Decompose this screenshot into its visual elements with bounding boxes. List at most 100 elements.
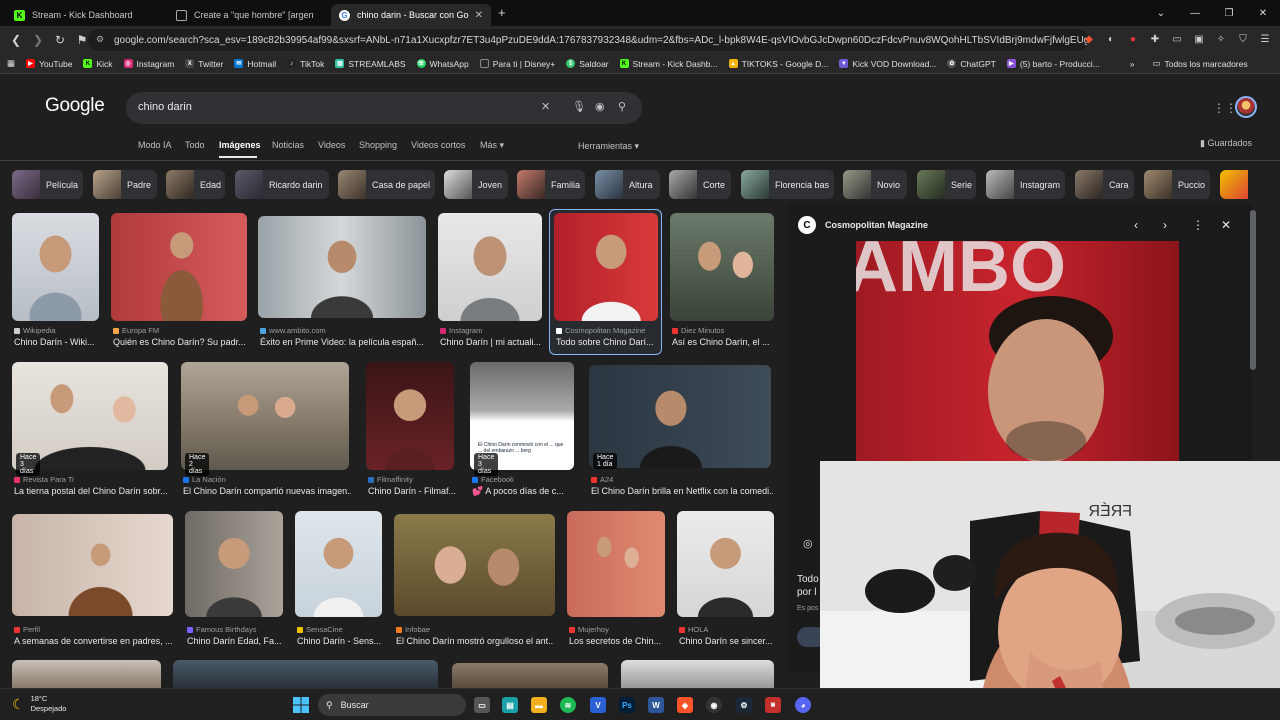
chip-altura[interactable]: Altura [595,170,660,199]
image-result[interactable] [173,660,438,688]
image-result[interactable] [452,663,608,688]
bookmark-twitter[interactable]: X Twitter [185,59,223,69]
bookmark-instagram[interactable]: ◎ Instagram [123,59,174,69]
tab-videos[interactable]: Videos [318,140,345,150]
bookmark-disney[interactable]: Para ti | Disney+ [479,59,555,69]
chip-puccio[interactable]: Puccio [1144,170,1210,199]
apps-grid-icon[interactable]: ▦ [7,58,15,69]
sidebar-icon[interactable]: ▭ [1168,30,1186,48]
tab-imagenes[interactable]: Imágenes [219,140,261,150]
chip-novio[interactable]: Novio [843,170,907,199]
bookmark-youtube[interactable]: ▶ YouTube [26,59,72,69]
app-red-icon[interactable]: ▣ [765,697,781,713]
more-bookmarks-icon[interactable]: » [1130,59,1135,69]
bookmark-tiktok[interactable]: ♪ TikTok [287,59,324,69]
next-icon[interactable]: › [1163,218,1167,232]
discord-icon[interactable]: ◕ [795,697,811,713]
tab-noticias[interactable]: Noticias [272,140,304,150]
address-bar[interactable]: ⚙ google.com/search?sca_esv=189c82b39954… [88,29,1088,51]
leo-icon[interactable]: ✧ [1212,30,1230,48]
task-view-icon[interactable]: ▭ [474,697,490,713]
image-result[interactable] [621,660,774,688]
shield-icon[interactable]: ⛉ [1234,30,1252,48]
scrollbar[interactable] [1250,210,1256,370]
close-icon[interactable]: ✕ [1221,218,1231,232]
preview-image[interactable]: AMBO [856,241,1179,466]
chip-more[interactable] [1220,170,1260,199]
reload-icon[interactable]: ↻ [50,30,70,50]
bookmark-whatsapp[interactable]: ☏ WhatsApp [416,59,469,69]
chip-edad[interactable]: Edad [166,170,225,199]
widgets-icon[interactable]: ▤ [502,697,518,713]
tools-button[interactable]: Herramientas ▾ [578,141,639,152]
avatar[interactable] [1235,96,1257,118]
obs-icon[interactable]: ◉ [706,697,722,713]
tab-shopping[interactable]: Shopping [359,140,397,150]
chip-florencia-bas[interactable]: Florencia bas [741,170,834,199]
tab-google-search[interactable]: G chino darin - Buscar con Google ✕ [331,4,491,26]
search-input[interactable]: chino darin ✕ 🎙 ◉ ⚲ [126,92,642,124]
chip-cara[interactable]: Cara [1075,170,1134,199]
chip-casa-de-papel[interactable]: Casa de papel [338,170,435,199]
new-tab-button[interactable]: + [498,5,506,20]
extension-red-icon[interactable]: ● [1124,30,1142,48]
saved-button[interactable]: ▮ Guardados [1200,138,1252,149]
word-icon[interactable]: W [648,697,664,713]
clear-search-icon[interactable]: ✕ [541,100,550,113]
weather-widget[interactable]: ☾ 18°C Despejado [12,694,66,714]
brave-icon[interactable]: ◆ [677,697,693,713]
spotify-icon[interactable]: ≋ [560,697,576,713]
forward-icon[interactable]: ❯ [28,30,48,50]
chip-padre[interactable]: Padre [93,170,157,199]
chip-familia[interactable]: Familia [517,170,585,199]
bookmark-kick-vod[interactable]: ▼ Kick VOD Download... [839,59,936,69]
extension-icon[interactable]: ◐ [1102,30,1120,48]
bookmark-streamlabs[interactable]: ▤ STREAMLABS [335,59,406,69]
back-icon[interactable]: ❮ [6,30,26,50]
tab-modo-ia[interactable]: Modo IA [138,140,172,150]
app-v-icon[interactable]: V [590,697,606,713]
previous-icon[interactable]: ‹ [1134,218,1138,232]
menu-icon[interactable]: ☰ [1256,30,1274,48]
close-window-icon[interactable]: ✕ [1246,0,1280,26]
chip-serie[interactable]: Serie [917,170,976,199]
restore-icon[interactable]: ❐ [1212,0,1246,26]
chip-joven[interactable]: Joven [444,170,508,199]
site-info-icon[interactable]: ⚙ [96,34,104,45]
chip-pelicula[interactable]: Película [12,170,83,199]
google-lens-icon[interactable]: ◉ [595,100,605,113]
bookmark-barto[interactable]: ▶ (5) barto - Producci... [1006,59,1100,69]
more-options-icon[interactable]: ⋮ [1192,218,1204,232]
file-explorer-icon[interactable]: ▬ [531,697,547,713]
minimize-icon[interactable]: — [1178,0,1212,26]
google-lens-icon[interactable]: ◎ [803,537,813,550]
google-logo[interactable]: Google [45,95,105,117]
preview-source[interactable]: Cosmopolitan Magazine [825,220,928,230]
search-icon[interactable]: ⚲ [618,100,626,113]
preview-title[interactable]: Todo por l [797,573,819,599]
windows-start-icon[interactable] [292,696,310,714]
puzzle-icon[interactable]: ✚ [1146,30,1164,48]
tab-videos-cortos[interactable]: Videos cortos [411,140,465,150]
tab-mas[interactable]: Más ▾ [480,140,504,151]
tab-create-que-hombre[interactable]: Create a "que hombre" [argentina's s [168,4,328,26]
bookmark-saldoar[interactable]: $ Saldoar [566,59,609,69]
bookmark-kick-dashboard[interactable]: K Stream - Kick Dashb... [619,59,718,69]
all-bookmarks-folder[interactable]: ▭ Todos los marcadores [1152,58,1247,69]
chip-corte[interactable]: Corte [669,170,731,199]
chip-ricardo-darin[interactable]: Ricardo darin [235,170,329,199]
steam-icon[interactable]: ⚙ [736,697,752,713]
close-tab-icon[interactable]: ✕ [475,10,483,21]
taskbar-search[interactable]: ⚲ Buscar [318,694,466,716]
bookmark-kick[interactable]: K Kick [83,59,113,69]
tab-todo[interactable]: Todo [185,140,205,150]
bookmark-hotmail[interactable]: ✉ Hotmail [234,59,276,69]
brave-shield-icon[interactable]: ◆ [1080,30,1098,48]
tab-kick-dashboard[interactable]: K Stream - Kick Dashboard [6,4,166,26]
image-result[interactable] [12,660,161,688]
photoshop-icon[interactable]: Ps [619,697,635,713]
wallet-icon[interactable]: ▣ [1190,30,1208,48]
bookmark-chatgpt[interactable]: ✿ ChatGPT [947,59,996,69]
chip-instagram[interactable]: Instagram [986,170,1065,199]
microphone-icon[interactable]: 🎙 [572,100,586,113]
